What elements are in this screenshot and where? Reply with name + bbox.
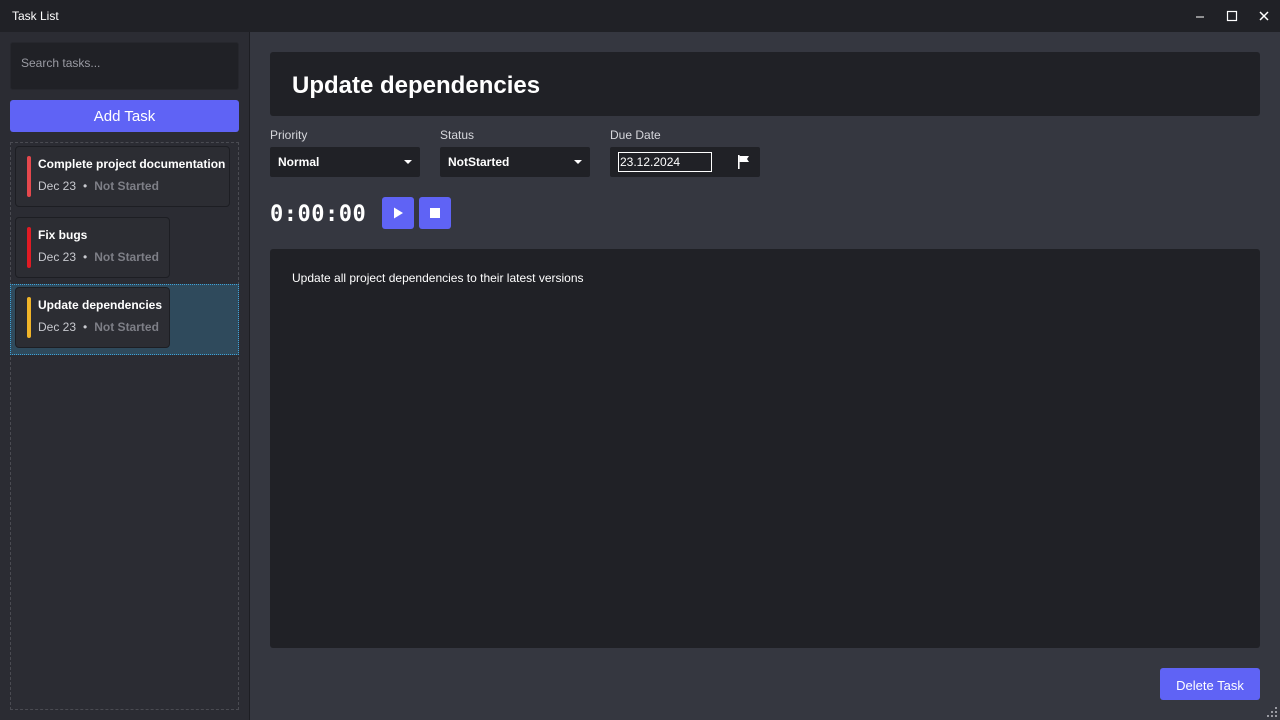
task-title: Complete project documentation bbox=[38, 157, 226, 171]
description-text[interactable]: Update all project dependencies to their… bbox=[292, 271, 584, 285]
close-icon bbox=[1259, 11, 1269, 21]
title-bar: Task List bbox=[0, 0, 1280, 32]
due-date-picker bbox=[610, 147, 760, 177]
due-date-input[interactable] bbox=[618, 152, 712, 172]
task-list[interactable]: Complete project documentation Dec 23 • No… bbox=[10, 142, 239, 710]
priority-label: Priority bbox=[270, 128, 308, 142]
maximize-button[interactable] bbox=[1216, 0, 1248, 32]
priority-bar bbox=[27, 227, 31, 268]
task-title: Fix bugs bbox=[38, 228, 88, 242]
description-editor[interactable]: Update all project dependencies to their… bbox=[270, 249, 1260, 648]
sidebar: Add Task Complete project documentation … bbox=[0, 32, 250, 720]
priority-value: Normal bbox=[278, 155, 320, 169]
stop-button[interactable] bbox=[419, 197, 451, 229]
task-date: Dec 23 bbox=[38, 179, 77, 193]
task-title: Update dependencies bbox=[38, 298, 163, 312]
timer-display: 0:00:00 bbox=[270, 202, 367, 227]
task-title-box[interactable]: Update dependencies bbox=[270, 52, 1260, 116]
task-status: Not Started bbox=[94, 250, 159, 264]
meta-separator: • bbox=[83, 250, 88, 264]
window-title: Task List bbox=[12, 9, 59, 23]
play-button[interactable] bbox=[382, 197, 414, 229]
play-icon bbox=[394, 207, 403, 219]
stop-icon bbox=[430, 208, 440, 218]
priority-bar bbox=[27, 156, 31, 197]
meta-separator: • bbox=[83, 320, 88, 334]
maximize-icon bbox=[1226, 10, 1238, 22]
search-input[interactable] bbox=[11, 43, 238, 77]
task-detail-title[interactable]: Update dependencies bbox=[292, 72, 540, 100]
task-card[interactable]: Complete project documentation Dec 23 • No… bbox=[15, 146, 230, 207]
chevron-down-icon bbox=[404, 160, 412, 164]
search-box bbox=[10, 42, 239, 90]
priority-bar bbox=[27, 297, 31, 338]
task-meta: Dec 23 • Not Started bbox=[38, 250, 159, 264]
priority-dropdown[interactable]: Normal bbox=[270, 147, 420, 177]
close-button[interactable] bbox=[1248, 0, 1280, 32]
status-value: NotStarted bbox=[448, 155, 510, 169]
meta-separator: • bbox=[83, 179, 88, 193]
task-date: Dec 23 bbox=[38, 250, 77, 264]
task-date: Dec 23 bbox=[38, 320, 77, 334]
flag-icon[interactable] bbox=[736, 154, 752, 170]
task-card[interactable]: Fix bugs Dec 23 • Not Started bbox=[15, 217, 170, 278]
list-item-selected[interactable]: Update dependencies Dec 23 • Not Started bbox=[10, 284, 239, 355]
app-window: Task List Add Task Complete project docu… bbox=[0, 0, 1280, 720]
status-dropdown[interactable]: NotStarted bbox=[440, 147, 590, 177]
chevron-down-icon bbox=[574, 160, 582, 164]
task-status: Not Started bbox=[94, 179, 159, 193]
task-detail-panel: Update dependencies Priority Normal Stat… bbox=[250, 32, 1280, 720]
minimize-icon bbox=[1196, 16, 1204, 18]
task-status: Not Started bbox=[94, 320, 159, 334]
task-meta: Dec 23 • Not Started bbox=[38, 179, 159, 193]
resize-grip-icon[interactable] bbox=[1266, 706, 1278, 718]
task-card[interactable]: Update dependencies Dec 23 • Not Started bbox=[15, 287, 170, 348]
due-date-label: Due Date bbox=[610, 128, 661, 142]
task-meta: Dec 23 • Not Started bbox=[38, 320, 159, 334]
list-item[interactable]: Complete project documentation Dec 23 • No… bbox=[11, 143, 238, 214]
minimize-button[interactable] bbox=[1184, 0, 1216, 32]
list-item[interactable]: Fix bugs Dec 23 • Not Started bbox=[11, 214, 238, 285]
add-task-button[interactable]: Add Task bbox=[10, 100, 239, 132]
delete-task-button[interactable]: Delete Task bbox=[1160, 668, 1260, 700]
status-label: Status bbox=[440, 128, 475, 142]
